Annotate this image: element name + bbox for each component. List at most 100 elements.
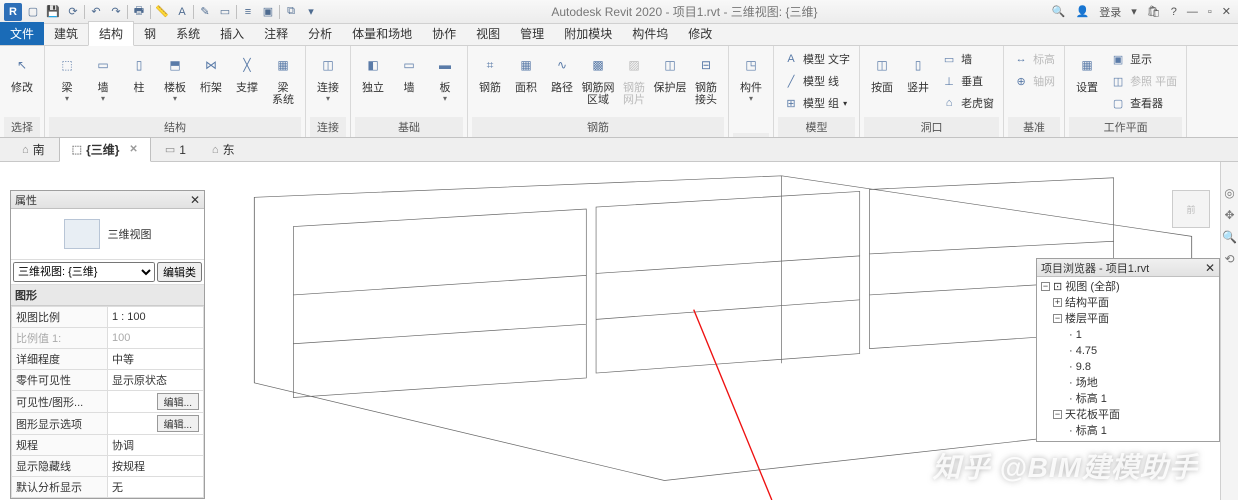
tree-struct-plan[interactable]: +结构平面 (1041, 295, 1215, 311)
op-wall-button[interactable]: ▭墙 (938, 48, 997, 70)
property-row[interactable]: 比例值 1:100 (12, 328, 204, 349)
cover-button[interactable]: ◫保护层 (652, 48, 688, 106)
model-line-button[interactable]: ╱模型 线 (780, 70, 853, 92)
property-row[interactable]: 零件可见性显示原状态 (12, 370, 204, 391)
wall-button[interactable]: ▭墙▾ (85, 48, 121, 106)
model-text-button[interactable]: A模型 文字 (780, 48, 853, 70)
edit-button[interactable]: 编辑... (157, 393, 199, 410)
steering-wheel-icon[interactable]: ◎ (1224, 186, 1234, 200)
customize-icon[interactable]: ▾ (302, 3, 320, 21)
view-tab-1[interactable]: ▭1 (153, 140, 198, 160)
floor-button[interactable]: ⬒楼板▾ (157, 48, 193, 106)
dimension-icon[interactable]: A (173, 3, 191, 21)
edit-type-button[interactable]: 编辑类 (157, 262, 202, 282)
truss-button[interactable]: ⋈桁架 (193, 48, 229, 106)
component-button[interactable]: ◳构件▾ (733, 48, 769, 103)
switch-window-icon[interactable]: ⧉ (282, 3, 300, 21)
close-hidden-icon[interactable]: ▣ (259, 3, 277, 21)
search-icon[interactable]: 🔍 (1049, 5, 1069, 18)
property-row[interactable]: 规程协调 (12, 435, 204, 456)
byface-button[interactable]: ◫按面 (864, 48, 900, 114)
property-row[interactable]: 显示隐藏线按规程 (12, 456, 204, 477)
property-row[interactable]: 默认分析显示无 (12, 477, 204, 498)
tree-floor-plan[interactable]: −楼层平面 (1041, 311, 1215, 327)
tree-level[interactable]: · 标高 1 (1041, 423, 1215, 439)
slab-button[interactable]: ▬板▾ (427, 48, 463, 103)
model-group-button[interactable]: ⊞模型 组▾ (780, 92, 853, 114)
tab-steel[interactable]: 钢 (134, 22, 166, 45)
login-link[interactable]: 登录 (1096, 4, 1124, 20)
tag-icon[interactable]: ✎ (196, 3, 214, 21)
tab-manage[interactable]: 管理 (510, 22, 554, 45)
view-tab-east[interactable]: ⌂东 (200, 138, 247, 161)
coupler-button[interactable]: ⊟钢筋 接头 (688, 48, 724, 106)
view-cube-face[interactable]: 前 (1172, 190, 1210, 228)
tree-level[interactable]: · 场地 (1041, 375, 1215, 391)
tree-level[interactable]: · 1 (1041, 327, 1215, 343)
close-icon[interactable]: ✕ (190, 193, 200, 207)
property-row[interactable]: 图形显示选项编辑... (12, 413, 204, 435)
tab-collab[interactable]: 协作 (422, 22, 466, 45)
measure-icon[interactable]: 📏 (153, 3, 171, 21)
property-row[interactable]: 可见性/图形...编辑... (12, 391, 204, 413)
redo-icon[interactable]: ↷ (107, 3, 125, 21)
viewer-button[interactable]: ▢查看器 (1107, 92, 1180, 114)
path-button[interactable]: ∿路径 (544, 48, 580, 106)
minimize-icon[interactable]: — (1184, 6, 1201, 18)
region-button[interactable]: ▩钢筋网 区域 (580, 48, 616, 106)
tab-addins[interactable]: 附加模块 (554, 22, 622, 45)
zoom-icon[interactable]: 🔍 (1222, 230, 1237, 244)
tab-insert[interactable]: 插入 (210, 22, 254, 45)
tab-structure[interactable]: 结构 (88, 21, 134, 46)
close-icon[interactable]: ✕ (1219, 5, 1234, 18)
beam-system-button[interactable]: ▦梁 系统 (265, 48, 301, 106)
shaft-button[interactable]: ▯竖井 (900, 48, 936, 114)
open-icon[interactable]: ▢ (24, 3, 42, 21)
tree-level[interactable]: · 4.75 (1041, 343, 1215, 359)
undo-icon[interactable]: ↶ (87, 3, 105, 21)
op-perp-button[interactable]: ⊥垂直 (938, 70, 997, 92)
tab-analyze[interactable]: 分析 (298, 22, 342, 45)
show-button[interactable]: ▣显示 (1107, 48, 1180, 70)
property-row[interactable]: 视图比例1 : 100 (12, 307, 204, 328)
dropdown-icon[interactable]: ▾ (1128, 5, 1140, 18)
tree-ceiling-plan[interactable]: −天花板平面 (1041, 407, 1215, 423)
print-icon[interactable]: 🖶 (130, 3, 148, 21)
tab-systems[interactable]: 系统 (166, 22, 210, 45)
brace-button[interactable]: ╳支撑 (229, 48, 265, 106)
view-cube[interactable]: 前 (1162, 180, 1220, 238)
restore-icon[interactable]: ▫ (1205, 6, 1215, 18)
modify-button[interactable]: ↖修改 (4, 48, 40, 94)
op-dormer-button[interactable]: ⌂老虎窗 (938, 92, 997, 114)
tab-goujianwu[interactable]: 构件坞 (622, 22, 678, 45)
sync-icon[interactable]: ⟳ (64, 3, 82, 21)
close-icon[interactable]: ✕ (1205, 261, 1215, 275)
section-icon[interactable]: ▭ (216, 3, 234, 21)
user-icon[interactable]: 👤 (1073, 5, 1093, 18)
tree-level[interactable]: · 标高 1 (1041, 391, 1215, 407)
property-row[interactable]: 详细程度中等 (12, 349, 204, 370)
save-icon[interactable]: 💾 (44, 3, 62, 21)
rebar-button[interactable]: ⌗钢筋 (472, 48, 508, 106)
close-tab-icon[interactable]: ✕ (129, 144, 137, 155)
tab-annotate[interactable]: 注释 (254, 22, 298, 45)
beam-button[interactable]: ⬚梁▾ (49, 48, 85, 106)
edit-button[interactable]: 编辑... (157, 415, 199, 432)
tree-level[interactable]: · 9.8 (1041, 359, 1215, 375)
tab-modify[interactable]: 修改 (678, 22, 722, 45)
connect-button[interactable]: ◫连接▾ (310, 48, 346, 103)
exchange-icon[interactable]: 🛍 (1144, 5, 1164, 18)
thin-lines-icon[interactable]: ≡ (239, 3, 257, 21)
orbit-icon[interactable]: ⟲ (1224, 252, 1234, 266)
revit-logo-icon[interactable]: R (4, 3, 22, 21)
help-icon[interactable]: ? (1168, 6, 1180, 18)
view-tab-south[interactable]: ⌂南 (10, 138, 57, 161)
area-button[interactable]: ▦面积 (508, 48, 544, 106)
tab-file[interactable]: 文件 (0, 22, 44, 45)
instance-selector[interactable]: 三维视图: {三维} (13, 262, 155, 282)
pan-icon[interactable]: ✥ (1224, 208, 1234, 222)
fwall-button[interactable]: ▭墙 (391, 48, 427, 103)
tab-view[interactable]: 视图 (466, 22, 510, 45)
view-tab-3d[interactable]: ⬚{三维}✕ (59, 137, 151, 162)
tree-views[interactable]: −⊡ 视图 (全部) (1041, 279, 1215, 295)
